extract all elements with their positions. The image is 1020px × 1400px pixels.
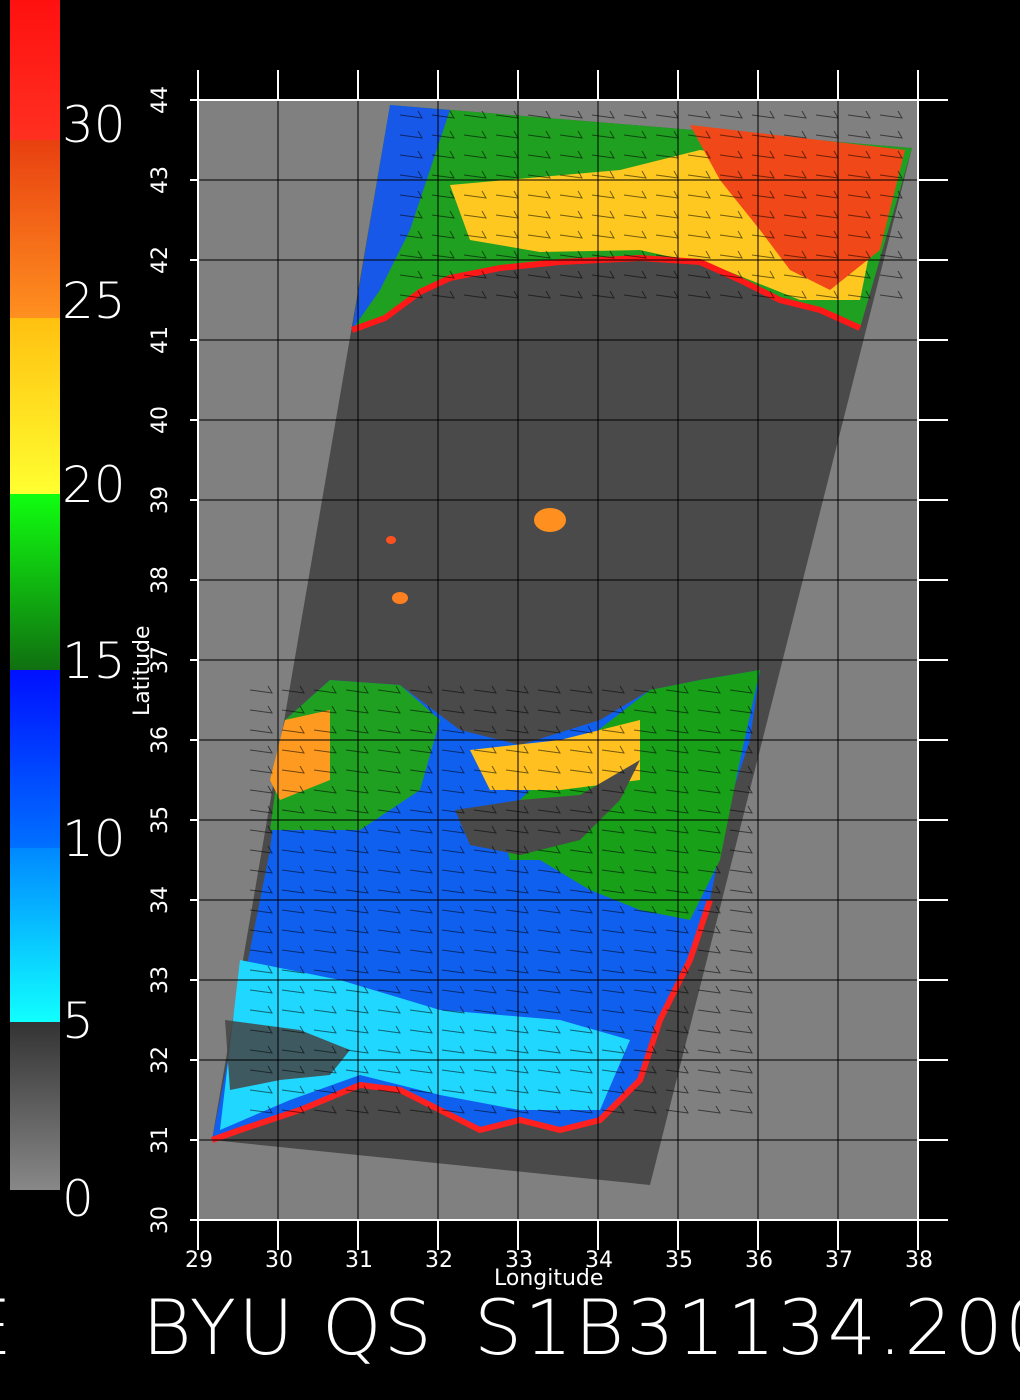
y-tick-label: 43: [148, 166, 173, 194]
y-tick-label: 30: [148, 1206, 173, 1234]
x-tick-label: 32: [425, 1248, 453, 1273]
lake-tuz: [534, 508, 566, 532]
footer-title-bar: E BYU QS_S1B31134.200: [0, 1288, 1020, 1368]
lake-small-2: [392, 592, 408, 604]
y-tick-label: 35: [148, 806, 173, 834]
x-tick-label: 38: [905, 1248, 933, 1273]
y-tick-label: 42: [148, 246, 173, 274]
lake-small-1: [386, 536, 396, 544]
x-tick-label: 31: [345, 1248, 373, 1273]
x-tick-label: 36: [745, 1248, 773, 1273]
x-tick-label: 29: [185, 1248, 213, 1273]
y-tick-label: 39: [148, 486, 173, 514]
y-tick-label: 40: [148, 406, 173, 434]
y-tick-label: 44: [148, 86, 173, 114]
y-tick-label: 34: [148, 886, 173, 914]
y-tick-label: 38: [148, 566, 173, 594]
y-tick-label: 31: [148, 1126, 173, 1154]
footer-prefix: E: [0, 1288, 14, 1368]
y-tick-label: 33: [148, 966, 173, 994]
footer-title: BYU QS_S1B31134.200: [142, 1288, 1020, 1368]
y-tick-label: 36: [148, 726, 173, 754]
x-tick-label: 30: [265, 1248, 293, 1273]
y-axis-label: Latitude: [130, 625, 155, 716]
y-tick-label: 41: [148, 326, 173, 354]
x-tick-label: 37: [825, 1248, 853, 1273]
x-tick-label: 35: [665, 1248, 693, 1273]
y-tick-label: 32: [148, 1046, 173, 1074]
